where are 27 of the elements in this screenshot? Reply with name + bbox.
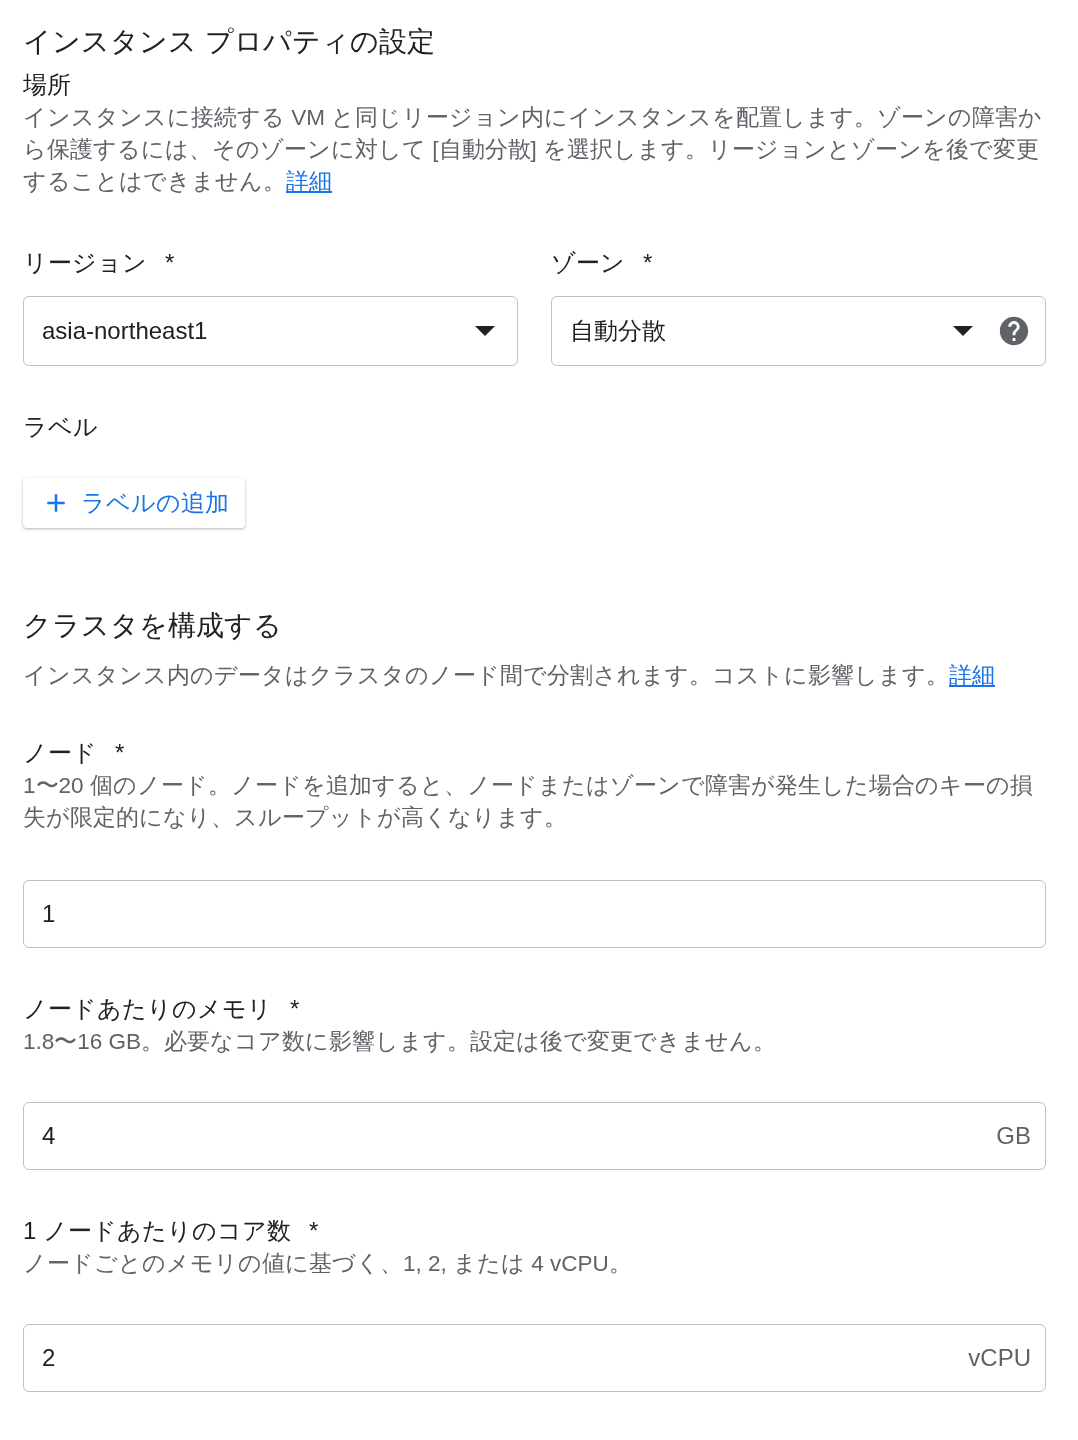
details-link[interactable]: 詳細 (949, 663, 995, 688)
field-label: ゾーン * (551, 248, 654, 278)
field-label: リージョン * (23, 248, 176, 278)
field-label: ラベル (23, 412, 99, 442)
caret-icon (475, 326, 495, 336)
number-field[interactable]: 1 (23, 880, 1046, 948)
help-icon[interactable] (997, 314, 1031, 348)
dropdown[interactable]: 自動分散 (551, 296, 1046, 366)
section-title: クラスタを構成する (23, 609, 283, 643)
description: インスタンス内のデータはクラスタのノード間で分割されます。コストに影響します。詳細 (23, 662, 996, 690)
unit-suffix: GB (996, 1122, 1031, 1150)
details-link[interactable]: 詳細 (286, 169, 332, 194)
unit-suffix: vCPU (968, 1344, 1031, 1372)
description: インスタンスに接続する VM と同じリージョン内にインスタンスを配置します。ゾーンの障害から保護するには、そのゾーンに対して [自動分散] を選択します。リージョンとゾーンを後で変更することはできません。詳細 (23, 104, 1044, 196)
number-field[interactable]: 2 vCPU (23, 1324, 1046, 1392)
field-label: 場所 (23, 70, 72, 100)
section-title: インスタンス プロパティの設定 (23, 25, 436, 59)
caret-icon (953, 326, 973, 336)
number-field[interactable]: 4 GB (23, 1102, 1046, 1170)
field-label: ノード * (23, 738, 126, 768)
field-label: ノードあたりのメモリ * (23, 994, 301, 1024)
help-text: 1〜20 個のノード。ノードを追加すると、ノードまたはゾーンで障害が発生した場合のキーの損失が限定的になり、スループットが高くなります。 (23, 772, 1034, 832)
add-label-button[interactable]: ラベルの追加 (23, 478, 245, 528)
dropdown[interactable]: asia-northeast1 (23, 296, 518, 366)
help-text: 1.8〜16 GB。必要なコア数に影響します。設定は後で変更できません。 (23, 1028, 778, 1056)
help-text: ノードごとのメモリの値に基づく、1, 2, または 4 vCPU。 (23, 1250, 633, 1278)
field-label: 1 ノードあたりのコア数 * (23, 1216, 320, 1246)
